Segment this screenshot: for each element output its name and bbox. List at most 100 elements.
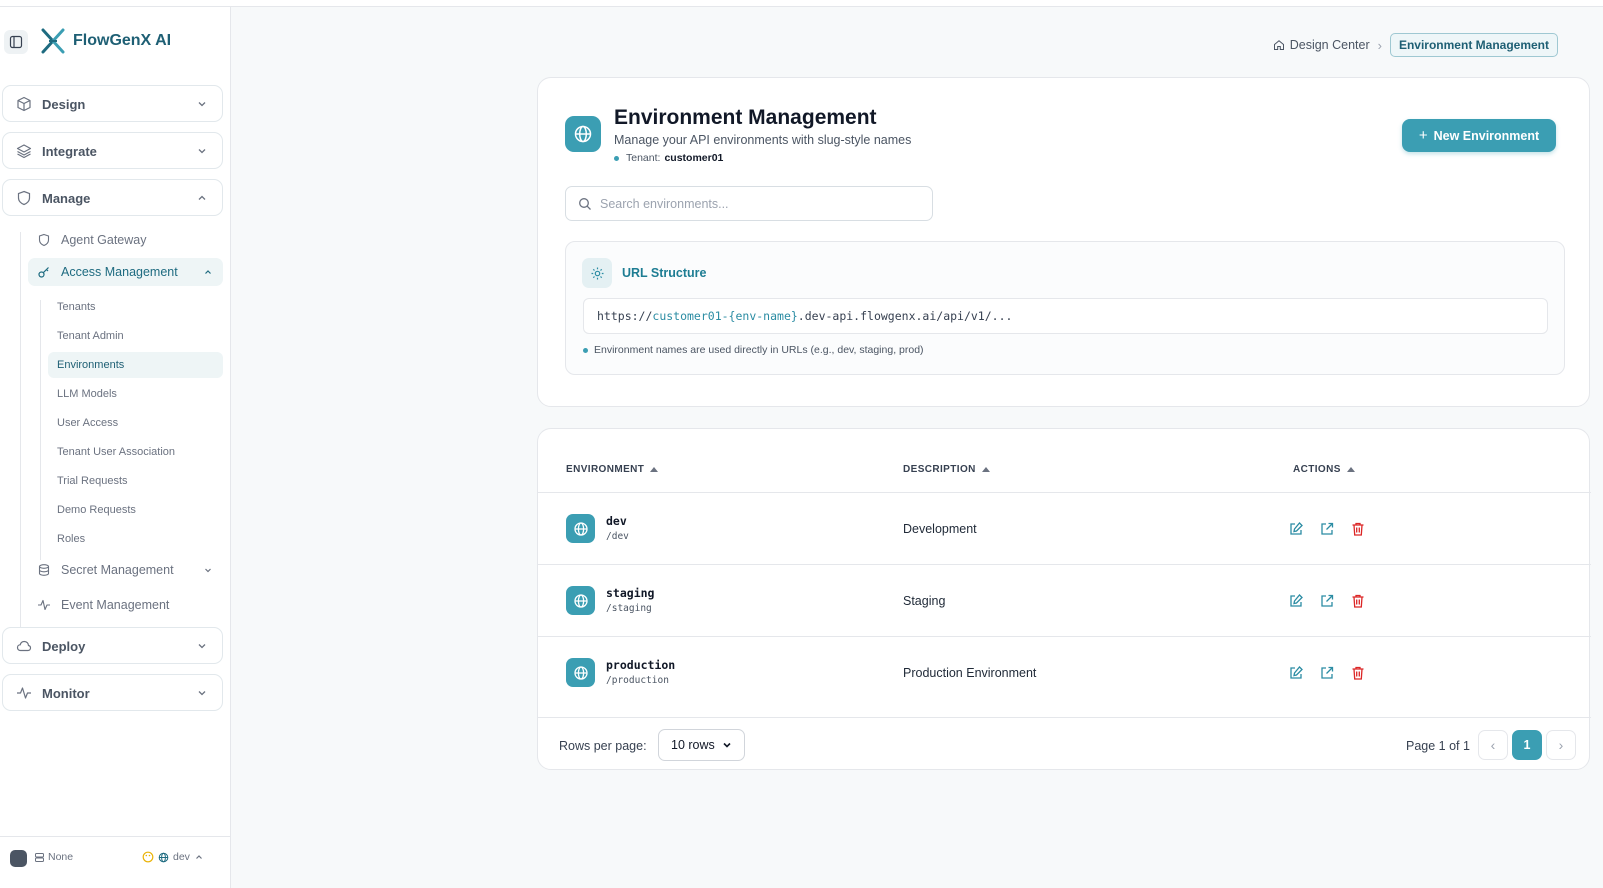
sidebar-item-label: Access Management: [61, 265, 178, 279]
chevron-down-icon: [198, 149, 206, 154]
sidebar-item-label: Event Management: [61, 598, 170, 612]
search-input[interactable]: [600, 194, 920, 214]
sidebar-leaf-environments[interactable]: Environments: [48, 352, 223, 378]
search-field[interactable]: [565, 186, 933, 221]
globe-icon: [566, 658, 595, 687]
environment-selector[interactable]: dev: [142, 851, 204, 863]
nav-group-design[interactable]: Design: [2, 85, 223, 122]
leaf-label: Tenants: [57, 301, 96, 313]
server-icon: [35, 852, 44, 862]
key-icon: [38, 267, 49, 278]
sidebar-toggle-button[interactable]: [4, 30, 28, 54]
sidebar-leaf-tenants[interactable]: Tenants: [48, 294, 223, 320]
shield-icon: [38, 233, 50, 247]
chevron-right-icon: ›: [1558, 737, 1564, 753]
chevron-down-icon: [198, 102, 206, 107]
tenant-label: Tenant:: [626, 152, 661, 164]
environment-description: Production Environment: [903, 666, 1037, 680]
search-icon: [579, 198, 591, 210]
page-number-button[interactable]: 1: [1512, 730, 1542, 760]
layers-icon: [16, 144, 32, 159]
sidebar-leaf-user-access[interactable]: User Access: [48, 410, 223, 436]
page-info: Page 1 of 1: [1406, 739, 1470, 753]
sidebar-leaf-tenant-user-association[interactable]: Tenant User Association: [48, 439, 223, 465]
sidebar: FlowGenX AI Design Integrate Manage Agen…: [0, 7, 231, 888]
next-page-button[interactable]: ›: [1546, 730, 1576, 760]
trash-icon[interactable]: [1350, 593, 1366, 609]
column-header-label: ENVIRONMENT: [566, 464, 645, 475]
url-highlight: customer01-{env-name}: [652, 309, 798, 323]
status-dot: [614, 155, 619, 161]
chevron-left-icon: ‹: [1490, 737, 1496, 753]
chevron-down-icon: [198, 644, 206, 649]
rows-per-page-value: 10 rows: [671, 738, 715, 752]
sidebar-leaf-demo-requests[interactable]: Demo Requests: [48, 497, 223, 523]
sidebar-item-agent-gateway[interactable]: Agent Gateway: [28, 226, 223, 254]
external-link-icon[interactable]: [1319, 593, 1335, 609]
gear-icon: [582, 258, 612, 288]
trash-icon[interactable]: [1350, 665, 1366, 681]
nav-group-integrate[interactable]: Integrate: [2, 132, 223, 169]
column-header-label: DESCRIPTION: [903, 464, 976, 475]
chevron-down-icon: [205, 568, 211, 573]
column-header-environment[interactable]: ENVIRONMENT: [566, 464, 659, 475]
sidebar-item-event-management[interactable]: Event Management: [28, 591, 223, 619]
nav-group-monitor[interactable]: Monitor: [2, 674, 223, 711]
table-row[interactable]: production /production Production Enviro…: [538, 636, 1591, 708]
sidebar-footer: None dev: [0, 836, 231, 888]
sidebar-item-access-management[interactable]: Access Management: [28, 258, 223, 286]
tree-line: [40, 300, 41, 560]
sort-up-icon: [650, 467, 659, 472]
leaf-label: Environments: [57, 359, 125, 371]
external-link-icon[interactable]: [1319, 521, 1335, 537]
sidebar-leaf-roles[interactable]: Roles: [48, 526, 223, 552]
table-row[interactable]: dev /dev Development: [538, 492, 1591, 564]
edit-icon[interactable]: [1288, 665, 1304, 681]
globe-icon: [566, 586, 595, 615]
column-header-actions[interactable]: ACTIONS: [1293, 464, 1355, 475]
breadcrumb-home-link[interactable]: Design Center: [1273, 38, 1370, 52]
edit-icon[interactable]: [1288, 521, 1304, 537]
tenant-indicator: Tenant: customer01: [614, 152, 723, 164]
edit-icon[interactable]: [1288, 593, 1304, 609]
user-avatar[interactable]: [10, 850, 27, 867]
table-footer: Rows per page: 10 rows Page 1 of 1 ‹ 1 ›: [538, 717, 1591, 770]
chevron-up-icon: [198, 195, 206, 200]
new-environment-button[interactable]: + New Environment: [1402, 119, 1556, 152]
environment-name: staging: [606, 586, 655, 600]
globe-icon: [566, 514, 595, 543]
previous-page-button[interactable]: ‹: [1478, 730, 1508, 760]
environment-description: Staging: [903, 594, 946, 608]
sidebar-leaf-llm-models[interactable]: LLM Models: [48, 381, 223, 407]
external-link-icon[interactable]: [1319, 665, 1335, 681]
leaf-label: User Access: [57, 417, 119, 429]
environment-description: Development: [903, 522, 977, 536]
table-row[interactable]: staging /staging Staging: [538, 564, 1591, 636]
palette-icon: [142, 851, 154, 863]
column-header-label: ACTIONS: [1293, 464, 1341, 475]
leaf-label: Tenant User Association: [57, 446, 176, 458]
sidebar-leaf-trial-requests[interactable]: Trial Requests: [48, 468, 223, 494]
new-environment-label: New Environment: [1433, 128, 1540, 143]
breadcrumb-current: Environment Management: [1389, 33, 1558, 57]
sidebar-panel-icon: [9, 35, 23, 49]
leaf-label: Roles: [57, 533, 86, 545]
sort-up-icon: [981, 467, 990, 472]
url-prefix: https://: [597, 309, 653, 323]
sidebar-item-secret-management[interactable]: Secret Management: [28, 556, 223, 584]
trash-icon[interactable]: [1350, 521, 1366, 537]
nav-group-manage[interactable]: Manage: [2, 179, 223, 216]
app-name: FlowGenX AI: [73, 32, 172, 49]
nav-group-deploy[interactable]: Deploy: [2, 627, 223, 664]
rows-per-page-select[interactable]: 10 rows: [658, 729, 745, 761]
column-header-description[interactable]: DESCRIPTION: [903, 464, 990, 475]
sidebar-leaf-tenant-admin[interactable]: Tenant Admin: [48, 323, 223, 349]
workspace-selector[interactable]: None: [34, 851, 73, 863]
url-structure-title: URL Structure: [622, 266, 707, 280]
chevron-up-icon: [196, 855, 202, 859]
page-title: Environment Management: [614, 106, 877, 129]
breadcrumb-home-label: Design Center: [1289, 38, 1370, 52]
environment-label: dev: [173, 851, 190, 863]
plus-icon: +: [1418, 127, 1428, 144]
chevron-up-icon: [205, 270, 211, 274]
